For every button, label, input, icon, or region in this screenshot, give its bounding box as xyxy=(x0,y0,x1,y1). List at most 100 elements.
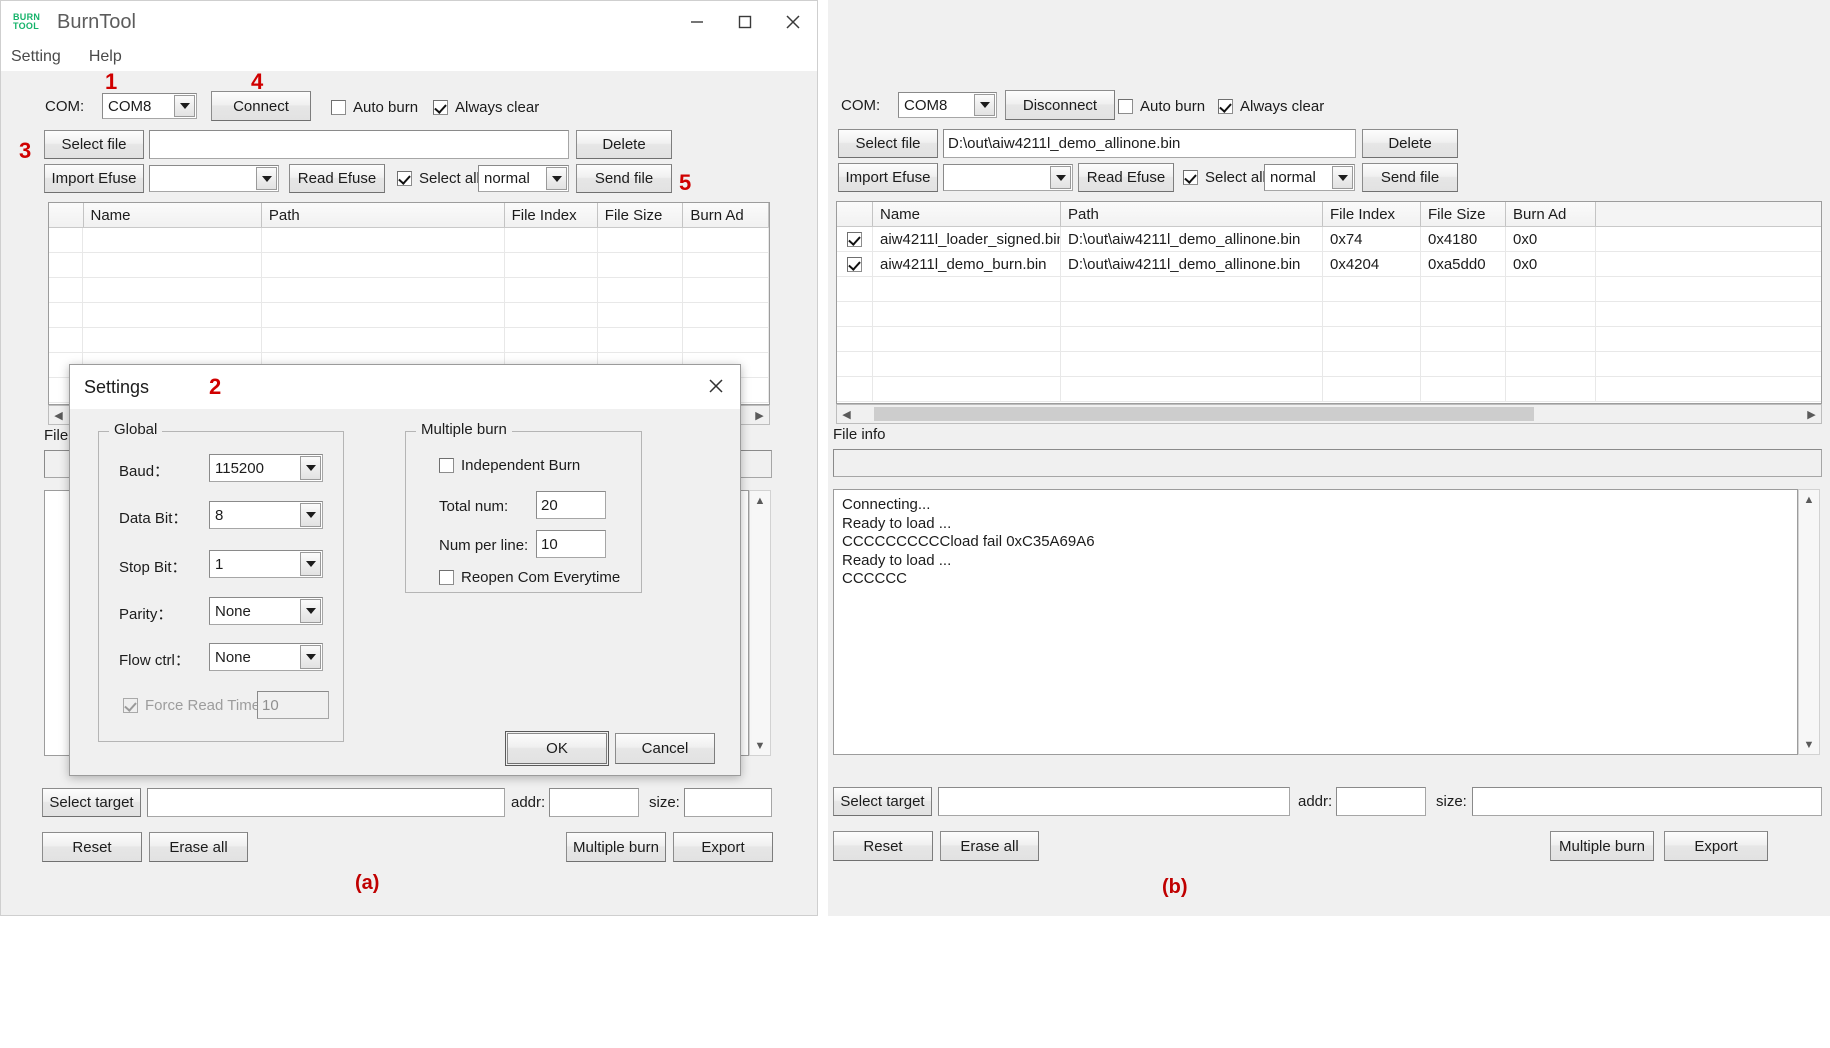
disconnect-button-b[interactable]: Disconnect xyxy=(1005,90,1115,120)
send-file-button-a[interactable]: Send file xyxy=(576,164,672,193)
file-path-input-a[interactable] xyxy=(149,130,569,159)
erase-all-button-a[interactable]: Erase all xyxy=(149,832,248,862)
hscroll-thumb-b[interactable] xyxy=(874,407,1534,421)
reopen-com-checkbox[interactable]: Reopen Com Everytime xyxy=(439,569,620,586)
always-clear-checkbox-b[interactable]: Always clear xyxy=(1218,98,1324,115)
table-row[interactable]: aiw4211l_loader_signed.bin D:\out\aiw421… xyxy=(837,227,1821,252)
scroll-right-icon[interactable]: ▶ xyxy=(1802,405,1821,423)
auto-burn-checkbox-b[interactable]: Auto burn xyxy=(1118,98,1205,115)
scroll-up-icon[interactable]: ▲ xyxy=(750,491,770,510)
column-header-name-b[interactable]: Name xyxy=(873,202,1061,226)
com-port-select-a[interactable]: COM8 xyxy=(102,93,197,119)
scroll-left-icon[interactable]: ◀ xyxy=(837,405,856,423)
size-input-a[interactable] xyxy=(684,788,772,817)
column-header-check-b[interactable] xyxy=(837,202,873,226)
settings-ok-button[interactable]: OK xyxy=(507,733,607,764)
multiple-burn-button-a[interactable]: Multiple burn xyxy=(566,832,666,862)
select-all-checkbox-box-a[interactable] xyxy=(397,171,412,186)
column-header-file-size-a[interactable]: File Size xyxy=(598,203,684,227)
minimize-button[interactable] xyxy=(673,1,721,43)
reset-button-a[interactable]: Reset xyxy=(42,832,142,862)
column-header-path-b[interactable]: Path xyxy=(1061,202,1323,226)
delete-button-b[interactable]: Delete xyxy=(1362,129,1458,158)
table-row[interactable]: aiw4211l_demo_burn.bin D:\out\aiw4211l_d… xyxy=(837,252,1821,277)
column-header-file-index-a[interactable]: File Index xyxy=(505,203,598,227)
independent-burn-checkbox[interactable]: Independent Burn xyxy=(439,457,580,474)
chevron-down-icon[interactable] xyxy=(546,167,567,190)
addr-input-b[interactable] xyxy=(1336,787,1426,816)
baud-select[interactable]: 115200 xyxy=(209,454,323,482)
efuse-select-a[interactable] xyxy=(149,165,279,192)
column-header-file-size-b[interactable]: File Size xyxy=(1421,202,1506,226)
table-row[interactable] xyxy=(49,228,769,253)
connect-button-a[interactable]: Connect xyxy=(211,91,311,121)
independent-burn-checkbox-box[interactable] xyxy=(439,458,454,473)
settings-close-button[interactable] xyxy=(698,369,734,403)
total-num-input[interactable]: 20 xyxy=(536,491,606,519)
stop-bit-select[interactable]: 1 xyxy=(209,550,323,578)
table-row[interactable] xyxy=(837,302,1821,327)
maximize-button[interactable] xyxy=(721,1,769,43)
column-header-file-index-b[interactable]: File Index xyxy=(1323,202,1421,226)
settings-cancel-button[interactable]: Cancel xyxy=(615,733,715,764)
scroll-left-icon[interactable]: ◀ xyxy=(49,406,68,424)
scroll-right-icon[interactable]: ▶ xyxy=(750,406,769,424)
chevron-down-icon[interactable] xyxy=(300,503,321,527)
target-input-a[interactable] xyxy=(147,788,505,817)
table-row[interactable] xyxy=(837,352,1821,377)
file-path-input-b[interactable]: D:\out\aiw4211l_demo_allinone.bin xyxy=(943,129,1356,158)
select-file-button-a[interactable]: Select file xyxy=(44,130,144,159)
target-input-b[interactable] xyxy=(938,787,1290,816)
log-output-b[interactable]: Connecting... Ready to load ... CCCCCCCC… xyxy=(833,489,1798,755)
reopen-com-checkbox-box[interactable] xyxy=(439,570,454,585)
com-port-select-b[interactable]: COM8 xyxy=(898,92,997,118)
flow-ctrl-select[interactable]: None xyxy=(209,643,323,671)
burn-mode-select-b[interactable]: normal xyxy=(1264,164,1355,191)
menu-item-setting[interactable]: Setting xyxy=(11,48,61,66)
select-target-button-b[interactable]: Select target xyxy=(833,787,932,816)
auto-burn-checkbox-box-b[interactable] xyxy=(1118,99,1133,114)
column-header-burn-addr-a[interactable]: Burn Ad xyxy=(683,203,769,227)
chevron-down-icon[interactable] xyxy=(300,599,321,623)
always-clear-checkbox-a[interactable]: Always clear xyxy=(433,99,539,116)
menu-item-help[interactable]: Help xyxy=(89,48,122,66)
addr-input-a[interactable] xyxy=(549,788,639,817)
chevron-down-icon[interactable] xyxy=(300,456,321,480)
chevron-down-icon[interactable] xyxy=(174,95,195,117)
table-row[interactable] xyxy=(49,303,769,328)
column-header-check-a[interactable] xyxy=(49,203,84,227)
table-row[interactable] xyxy=(49,278,769,303)
num-per-line-input[interactable]: 10 xyxy=(536,530,606,558)
log-vscrollbar-a[interactable]: ▲ ▼ xyxy=(749,490,771,756)
row-checkbox-1[interactable] xyxy=(847,257,862,272)
erase-all-button-b[interactable]: Erase all xyxy=(940,831,1039,861)
table-row[interactable] xyxy=(49,328,769,353)
file-table-hscrollbar-b[interactable]: ◀ ▶ xyxy=(836,404,1822,424)
row-checkbox-cell[interactable] xyxy=(837,227,873,251)
log-vscrollbar-b[interactable]: ▲ ▼ xyxy=(1798,489,1820,755)
parity-select[interactable]: None xyxy=(209,597,323,625)
table-row[interactable] xyxy=(837,377,1821,402)
chevron-down-icon[interactable] xyxy=(1332,166,1353,189)
table-row[interactable] xyxy=(837,277,1821,302)
always-clear-checkbox-box-b[interactable] xyxy=(1218,99,1233,114)
select-all-checkbox-box-b[interactable] xyxy=(1183,170,1198,185)
burn-mode-select-a[interactable]: normal xyxy=(478,165,569,192)
select-all-checkbox-a[interactable]: Select all xyxy=(397,170,480,187)
chevron-down-icon[interactable] xyxy=(1050,166,1071,189)
scroll-down-icon[interactable]: ▼ xyxy=(1799,735,1819,754)
table-row[interactable] xyxy=(49,253,769,278)
size-input-b[interactable] xyxy=(1472,787,1822,816)
close-button[interactable] xyxy=(769,1,817,43)
reset-button-b[interactable]: Reset xyxy=(833,831,933,861)
import-efuse-button-b[interactable]: Import Efuse xyxy=(838,163,938,192)
chevron-down-icon[interactable] xyxy=(256,167,277,190)
column-header-burn-addr-b[interactable]: Burn Ad xyxy=(1506,202,1596,226)
export-button-b[interactable]: Export xyxy=(1664,831,1768,861)
row-checkbox-cell[interactable] xyxy=(837,252,873,276)
chevron-down-icon[interactable] xyxy=(974,94,995,116)
send-file-button-b[interactable]: Send file xyxy=(1362,163,1458,192)
multiple-burn-button-b[interactable]: Multiple burn xyxy=(1550,831,1654,861)
select-file-button-b[interactable]: Select file xyxy=(838,129,938,158)
file-info-input-b[interactable] xyxy=(833,449,1822,477)
